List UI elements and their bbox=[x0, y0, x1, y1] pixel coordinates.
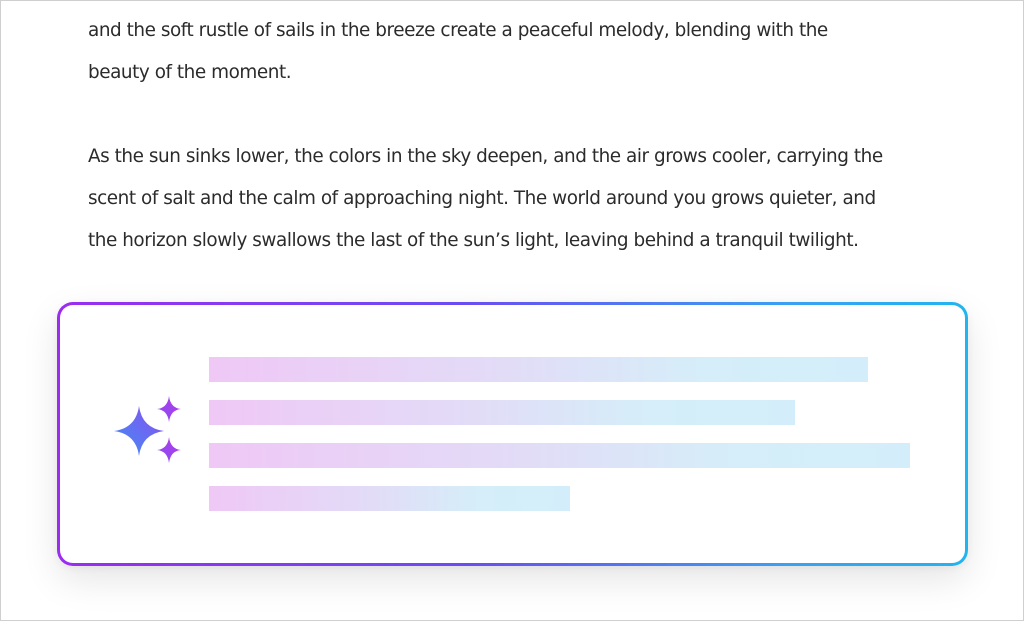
text-line: beauty of the moment. bbox=[88, 62, 292, 83]
text-line: the horizon slowly swallows the last of … bbox=[88, 230, 859, 251]
ai-card-body bbox=[60, 305, 965, 563]
text-line: scent of salt and the calm of approachin… bbox=[88, 188, 876, 209]
text-line: As the sun sinks lower, the colors in th… bbox=[88, 146, 883, 167]
placeholder-line bbox=[209, 400, 795, 425]
placeholder-line bbox=[209, 357, 868, 382]
paragraph-1: and the soft rustle of sails in the bree… bbox=[88, 10, 948, 94]
sparkle-icon bbox=[114, 396, 181, 463]
placeholder-line bbox=[209, 443, 910, 468]
text-line: and the soft rustle of sails in the bree… bbox=[88, 20, 828, 41]
paragraph-2: As the sun sinks lower, the colors in th… bbox=[88, 136, 948, 262]
document-body: and the soft rustle of sails in the bree… bbox=[88, 10, 948, 262]
placeholder-line bbox=[209, 486, 570, 511]
app-frame: and the soft rustle of sails in the bree… bbox=[0, 0, 1024, 621]
ai-generation-card bbox=[57, 302, 968, 566]
